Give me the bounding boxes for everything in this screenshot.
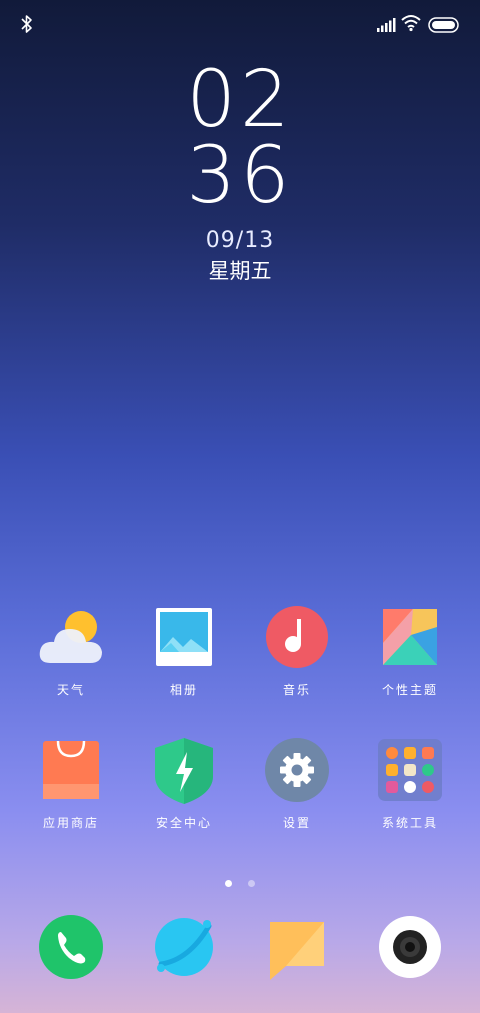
battery-icon: [428, 17, 460, 37]
app-security[interactable]: 安全中心: [129, 738, 239, 831]
clock-weekday: 星期五: [208, 259, 272, 283]
wifi-icon: [401, 14, 421, 36]
app-label: 安全中心: [155, 816, 212, 830]
clock-date: 09/13: [205, 228, 275, 253]
page-indicator: [0, 872, 480, 891]
app-label: 个性主题: [381, 683, 438, 697]
app-store-icon: [36, 738, 106, 808]
dock-messages[interactable]: [242, 912, 352, 982]
app-label: 相册: [169, 683, 198, 697]
clock-minute: 36: [186, 131, 294, 221]
themes-icon: [375, 605, 445, 675]
app-label: 系统工具: [381, 816, 438, 830]
app-label: 天气: [56, 683, 85, 697]
app-settings[interactable]: 设置: [242, 738, 352, 831]
app-themes[interactable]: 个性主题: [355, 605, 465, 698]
dock-camera[interactable]: [355, 912, 465, 982]
signal-icon: [377, 17, 397, 36]
settings-icon: [262, 738, 332, 808]
dock-browser[interactable]: [129, 912, 239, 982]
app-label: 设置: [282, 816, 311, 830]
security-icon: [149, 738, 219, 808]
bluetooth-icon: [20, 14, 34, 38]
music-icon: [262, 605, 332, 675]
camera-icon: [375, 912, 445, 982]
app-app-store[interactable]: 应用商店: [16, 738, 126, 831]
system-tools-folder-icon: [375, 738, 445, 808]
page-dot-1[interactable]: [225, 880, 233, 887]
app-weather[interactable]: 天气: [16, 605, 126, 698]
messages-icon: [262, 912, 332, 982]
app-gallery[interactable]: 相册: [129, 605, 239, 698]
page-dot-2[interactable]: [247, 880, 255, 887]
phone-icon: [36, 912, 106, 982]
app-music[interactable]: 音乐: [242, 605, 352, 698]
app-label: 音乐: [282, 683, 311, 697]
clock-hour: 02: [186, 55, 294, 145]
dock: [0, 912, 480, 982]
browser-icon: [149, 912, 219, 982]
gallery-icon: [149, 605, 219, 675]
dock-phone[interactable]: [16, 912, 126, 982]
lock-clock-widget[interactable]: 02 36 09/13 星期五: [0, 55, 480, 285]
weather-icon: [36, 605, 106, 675]
folder-system-tools[interactable]: 系统工具: [355, 738, 465, 831]
app-label: 应用商店: [42, 816, 99, 830]
status-bar: [0, 0, 480, 50]
